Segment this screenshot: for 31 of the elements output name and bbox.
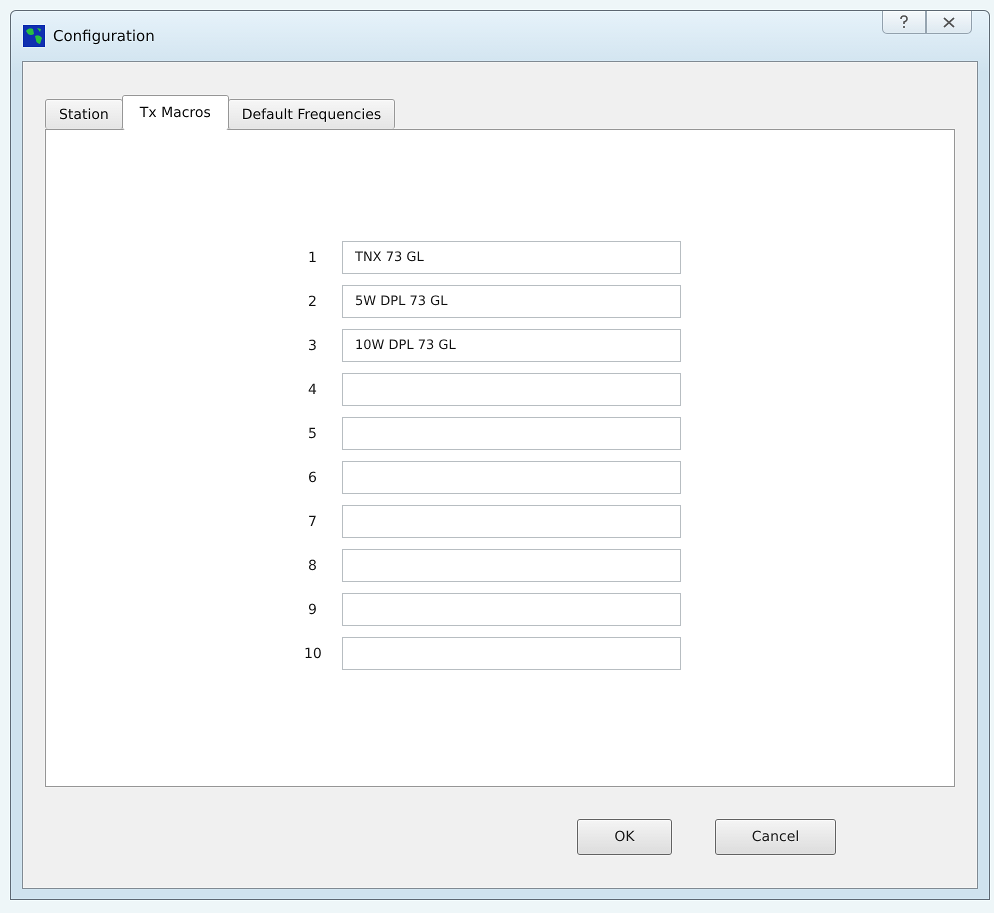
macro-field[interactable]: 10W DPL 73 GL <box>342 329 681 362</box>
cancel-button[interactable]: Cancel <box>715 819 836 855</box>
macro-field[interactable] <box>342 505 681 538</box>
globe-icon <box>23 25 45 47</box>
macro-field[interactable] <box>342 593 681 626</box>
ok-button[interactable]: OK <box>577 819 672 855</box>
macro-field[interactable] <box>342 461 681 494</box>
macro-number: 3 <box>307 338 318 354</box>
help-button[interactable] <box>882 11 926 34</box>
macro-number: 6 <box>307 470 318 486</box>
macro-field[interactable] <box>342 549 681 582</box>
macro-number: 1 <box>307 250 318 266</box>
macro-field[interactable] <box>342 637 681 670</box>
close-button[interactable] <box>926 11 972 34</box>
macro-field[interactable] <box>342 373 681 406</box>
macro-field[interactable]: 5W DPL 73 GL <box>342 285 681 318</box>
macro-number: 9 <box>307 602 318 618</box>
tab[interactable]: Tx Macros <box>122 95 229 130</box>
macro-number: 4 <box>307 382 318 398</box>
tab[interactable]: Default Frequencies <box>228 99 396 129</box>
macro-number: 2 <box>307 294 318 310</box>
macro-field[interactable] <box>342 417 681 450</box>
macro-number: 5 <box>307 426 318 442</box>
macro-number: 7 <box>307 514 318 530</box>
tab[interactable]: Station <box>45 99 123 129</box>
macro-number: 10 <box>303 646 323 662</box>
macro-field[interactable]: TNX 73 GL <box>342 241 681 274</box>
window-title: Configuration <box>53 27 155 45</box>
macro-number: 8 <box>307 558 318 574</box>
close-icon <box>943 16 955 28</box>
help-icon <box>899 15 909 29</box>
